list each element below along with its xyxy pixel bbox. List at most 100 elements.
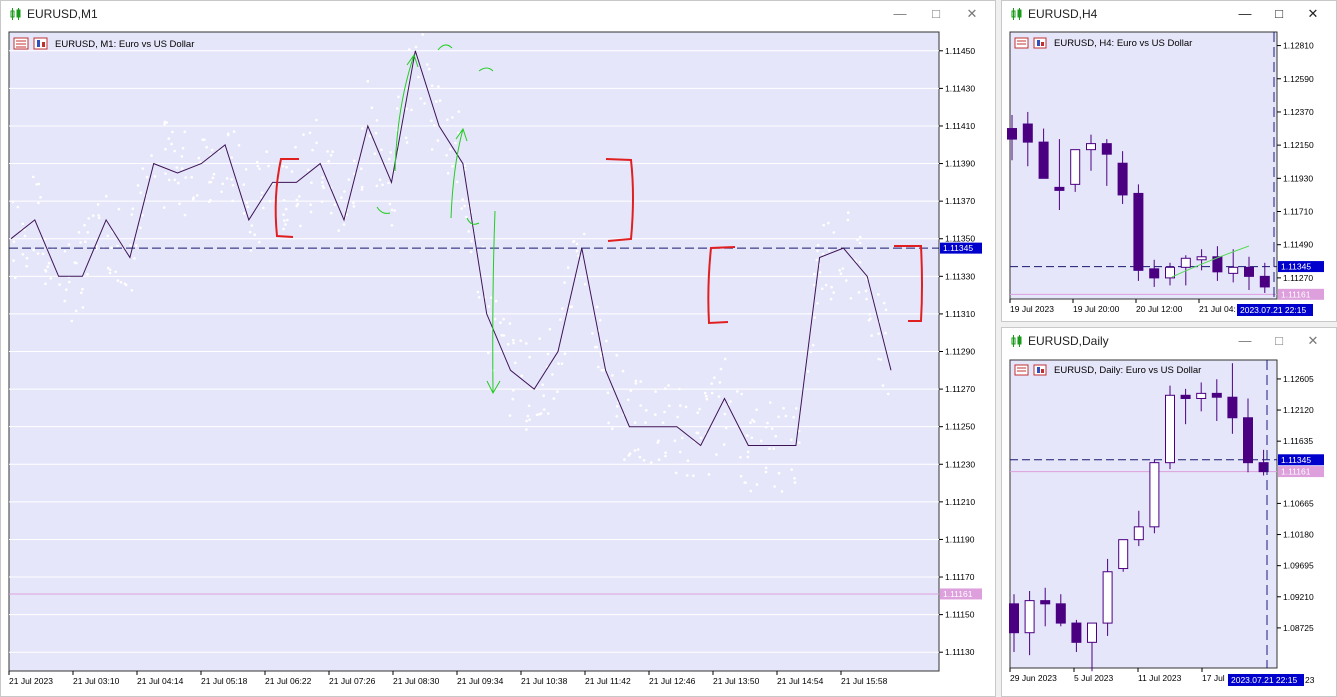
tick-dot [633,421,637,424]
tick-dot [246,205,250,209]
tick-dot [283,219,286,222]
tick-dot [463,164,467,167]
tick-dot [798,441,801,445]
tick-dot [290,170,294,173]
tick-dot [180,155,184,158]
tick-dot [237,144,241,147]
tick-dot [153,175,157,178]
tick-dot [21,222,25,226]
tick-dot [884,308,888,312]
tick-dot [347,178,351,181]
tick-dot [815,258,819,262]
tick-dot [242,183,246,186]
tick-dot [782,407,785,410]
tick-dot [710,382,713,385]
tick-dot [250,224,254,227]
tick-dot [644,421,647,424]
tick-dot [380,148,383,152]
tick-dot [177,181,180,185]
tick-dot [309,210,313,214]
tick-dot [780,490,784,493]
current-time-label: 2023.07.21 22:15 23 [1228,674,1315,686]
tick-dot [792,415,795,419]
bull-candle [1149,462,1160,528]
tick-dot [512,341,515,345]
tick-dot [248,230,252,234]
tick-dot [331,150,335,153]
tick-dot [253,233,256,236]
time-axis: 29 Jun 2023 5 Jul 2023 11 Jul 2023 17 Jul [1009,668,1225,683]
ask-price-label: 1.11345 [1278,454,1324,466]
tick-dot [512,338,515,342]
tick-dot [740,392,743,396]
price-tick-label: 1.08725 [1283,623,1314,633]
tick-dot [211,176,215,180]
m1-chart[interactable]: EURUSD, M1: Euro vs US Dollar 1.114501.1… [1,1,995,696]
tick-dot [676,415,679,419]
tick-dot [793,477,796,480]
tick-dot [696,411,699,415]
tick-dot [827,221,830,225]
tick-dot [528,355,531,359]
tick-dot [268,199,272,203]
tick-dot [870,334,873,337]
time-tick-label: 29 Jun 2023 [1010,673,1057,683]
tick-dot [723,357,727,361]
tick-dot [97,214,100,217]
tick-dot [116,279,120,282]
tick-dot [476,290,480,294]
tick-dot [563,281,566,284]
tick-dot [877,357,880,361]
tick-dot [839,272,843,276]
tick-dot [722,443,726,446]
tick-dot [886,392,890,396]
bear-candle [1149,268,1160,279]
price-tick-label: 1.11930 [1283,173,1313,183]
tick-dot [396,107,399,110]
tick-dot [97,216,101,220]
tick-dot [342,223,346,226]
window-eurusd-m1[interactable]: EURUSD,M1 — □ ✕ EURUSD, M1: Euro vs US D… [0,0,996,697]
tick-dot [130,289,134,292]
tick-dot [615,405,619,408]
tick-dot [195,194,199,197]
tick-dot [538,412,541,416]
tick-dot [820,287,824,291]
price-tick-label: 1.11230 [945,459,975,469]
window-eurusd-h4[interactable]: EURUSD,H4 — □ ✕ EURUSD, H4: Euro vs US D… [1001,0,1337,322]
tick-dot [141,214,144,217]
tick-dot [719,367,723,371]
tick-dot [766,421,769,425]
tick-dot [718,381,722,384]
tick-dot [629,389,633,392]
window-eurusd-daily[interactable]: EURUSD,Daily — □ ✕ EURUSD, Daily: Euro v… [1001,327,1337,697]
tick-dot [572,239,576,243]
price-tick-label: 1.09695 [1283,561,1314,571]
tick-dot [502,317,505,321]
tick-dot [816,302,819,305]
bull-candle [1196,392,1207,400]
chart-area[interactable] [1009,31,1278,300]
tick-dot [368,134,372,138]
tick-dot [829,297,833,301]
tick-dot [455,180,459,184]
tick-dot [634,382,638,385]
tick-dot [663,410,666,414]
tick-dot [87,217,90,220]
tick-dot [321,181,324,184]
h4-chart[interactable]: EURUSD, H4: Euro vs US Dollar 1.128101.1… [1002,1,1336,321]
daily-chart[interactable]: EURUSD, Daily: Euro vs US Dollar 1.12605… [1002,328,1336,696]
tick-dot [167,178,171,182]
tick-dot [679,404,682,407]
tick-dot [685,474,689,477]
tick-dot [106,266,110,270]
tick-dot [818,271,822,274]
tick-dot [315,141,318,145]
tick-dot [525,428,528,431]
tick-dot [13,276,17,280]
tick-dot [419,97,423,100]
tick-dot [43,237,47,241]
tick-dot [70,319,74,323]
tick-dot [773,485,776,488]
tick-dot [302,133,305,136]
